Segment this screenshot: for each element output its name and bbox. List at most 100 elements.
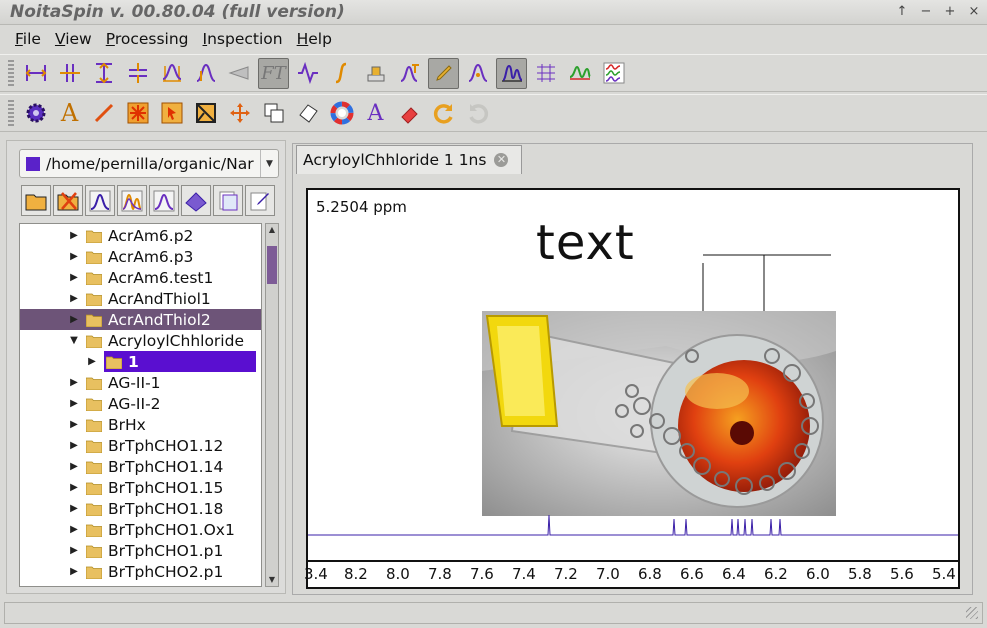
tree-item[interactable]: ▶ AcrAndThiol2 bbox=[20, 309, 261, 330]
tree-item[interactable]: ▶ BrTphCHO1.12 bbox=[20, 435, 261, 456]
collapsed-arrow-icon[interactable]: ▶ bbox=[68, 440, 80, 451]
tree-item[interactable]: ▶ AG-II-2 bbox=[20, 393, 261, 414]
tree-item[interactable]: ▶ AcrAm6.test1 bbox=[20, 267, 261, 288]
cross-box-button[interactable] bbox=[190, 98, 221, 129]
collapsed-arrow-icon[interactable]: ▶ bbox=[68, 314, 80, 325]
collapsed-arrow-icon[interactable]: ▶ bbox=[68, 377, 80, 388]
peak-compare-button[interactable] bbox=[564, 58, 595, 89]
collapsed-arrow-icon[interactable]: ▶ bbox=[68, 419, 80, 430]
collapsed-arrow-icon[interactable]: ▶ bbox=[68, 503, 80, 514]
keep-above-button[interactable]: ↑ bbox=[895, 4, 909, 19]
collapsed-arrow-icon[interactable]: ▶ bbox=[68, 398, 80, 409]
collapsed-arrow-icon[interactable]: ▶ bbox=[68, 272, 80, 283]
tree-item[interactable]: ▶ AcrAm6.p2 bbox=[20, 225, 261, 246]
expanded-arrow-icon[interactable]: ▼ bbox=[68, 335, 80, 346]
collapsed-arrow-icon[interactable]: ▶ bbox=[86, 356, 98, 367]
collapsed-arrow-icon[interactable]: ▶ bbox=[68, 545, 80, 556]
tree-item[interactable]: ▶ AG-II-1 bbox=[20, 372, 261, 393]
close-tab-icon[interactable]: ✕ bbox=[494, 153, 509, 167]
delete-folder-button[interactable] bbox=[53, 185, 83, 216]
tab-spectrum[interactable]: AcryloylChhloride 1 1ns ✕ bbox=[296, 145, 522, 174]
multi-spectrum-button[interactable] bbox=[598, 58, 629, 89]
tree-item-label: AG-II-2 bbox=[108, 394, 161, 413]
peak-text-button[interactable] bbox=[394, 58, 425, 89]
toolbar-grip[interactable] bbox=[8, 60, 14, 86]
rotate-shape-button[interactable] bbox=[292, 98, 323, 129]
zoom-cone-button[interactable] bbox=[224, 58, 255, 89]
tree-scrollbar[interactable]: ▲ ▼ bbox=[265, 223, 279, 587]
menu-help[interactable]: Help bbox=[290, 30, 339, 48]
tree-item[interactable]: ▶ AcrAm6.p3 bbox=[20, 246, 261, 267]
vertical-cursor-button[interactable] bbox=[54, 58, 85, 89]
tree-item-label: 1 bbox=[128, 352, 139, 371]
tree-item[interactable]: ▶ BrTphCHO2.p1 bbox=[20, 561, 261, 582]
vertical-range-button[interactable] bbox=[88, 58, 119, 89]
resize-grip[interactable] bbox=[966, 607, 978, 619]
baseline-button[interactable] bbox=[122, 58, 153, 89]
grid-button[interactable] bbox=[530, 58, 561, 89]
tree-item[interactable]: ▶ BrTphCHO1.14 bbox=[20, 456, 261, 477]
peak-label-button[interactable] bbox=[462, 58, 493, 89]
collapsed-arrow-icon[interactable]: ▶ bbox=[68, 293, 80, 304]
spectrum-single-button[interactable] bbox=[149, 185, 179, 216]
tree-item[interactable]: ▶ BrHx bbox=[20, 414, 261, 435]
folder-pages-button[interactable] bbox=[213, 185, 243, 216]
edit-note-button[interactable] bbox=[245, 185, 275, 216]
peak-range-button[interactable] bbox=[156, 58, 187, 89]
collapsed-arrow-icon[interactable]: ▶ bbox=[68, 461, 80, 472]
close-window-button[interactable]: × bbox=[967, 4, 981, 19]
menu-inspection[interactable]: Inspection bbox=[196, 30, 290, 48]
menu-file[interactable]: File bbox=[8, 30, 48, 48]
scroll-up-icon[interactable]: ▲ bbox=[266, 224, 278, 236]
phase-button[interactable] bbox=[292, 58, 323, 89]
undo-button[interactable] bbox=[428, 98, 459, 129]
path-combobox[interactable]: /home/pernilla/organic/Nar ▼ bbox=[19, 149, 279, 178]
tree-item[interactable]: ▶ BrTphCHO1.p1 bbox=[20, 540, 261, 561]
peak-pick-button[interactable] bbox=[190, 58, 221, 89]
move-button[interactable] bbox=[224, 98, 255, 129]
tree-item[interactable]: ▼ AcryloylChhloride bbox=[20, 330, 261, 351]
menu-processing[interactable]: Processing bbox=[99, 30, 196, 48]
collapsed-arrow-icon[interactable]: ▶ bbox=[68, 230, 80, 241]
toolbar-grip-2[interactable] bbox=[8, 100, 14, 126]
chevron-down-icon[interactable]: ▼ bbox=[260, 150, 278, 177]
scroll-down-icon[interactable]: ▼ bbox=[266, 574, 278, 586]
scroll-thumb[interactable] bbox=[267, 246, 277, 284]
burst-tool-button[interactable] bbox=[122, 98, 153, 129]
axis-tick-label: 8.0 bbox=[386, 565, 410, 583]
file-tree[interactable]: ▶ AcrAm6.p2 ▶ AcrAm6.p3 ▶ AcrAm6.test1 ▶ AcrAnd… bbox=[19, 223, 262, 587]
pencil-button[interactable] bbox=[428, 57, 459, 89]
spectrum-view-button[interactable] bbox=[496, 57, 527, 89]
flask-photo[interactable] bbox=[482, 311, 836, 516]
spectrum-3d-button[interactable] bbox=[181, 185, 211, 216]
redo-button[interactable] bbox=[462, 98, 493, 129]
print-stamp-button[interactable] bbox=[360, 58, 391, 89]
tree-item[interactable]: ▶ BrTphCHO1.15 bbox=[20, 477, 261, 498]
menu-view[interactable]: View bbox=[48, 30, 99, 48]
maximize-button[interactable]: + bbox=[943, 4, 957, 19]
line-tool-button[interactable] bbox=[88, 98, 119, 129]
collapsed-arrow-icon[interactable]: ▶ bbox=[68, 566, 80, 577]
tree-item[interactable]: ▶ 1 bbox=[20, 351, 261, 372]
font-button[interactable]: A bbox=[360, 98, 391, 129]
color-button[interactable] bbox=[326, 98, 357, 129]
spectrum-multi-button[interactable] bbox=[117, 185, 147, 216]
tree-item[interactable]: ▶ BrTphCHO1.Ox1 bbox=[20, 519, 261, 540]
collapsed-arrow-icon[interactable]: ▶ bbox=[68, 482, 80, 493]
collapsed-arrow-icon[interactable]: ▶ bbox=[68, 524, 80, 535]
eraser-button[interactable] bbox=[394, 98, 425, 129]
minimize-button[interactable]: − bbox=[919, 4, 933, 19]
tree-item[interactable]: ▶ BrTphCHO1.18 bbox=[20, 498, 261, 519]
settings-button[interactable] bbox=[20, 98, 51, 129]
copy-shape-button[interactable] bbox=[258, 98, 289, 129]
open-folder-button[interactable] bbox=[21, 185, 51, 216]
horizontal-range-button[interactable] bbox=[20, 58, 51, 89]
text-tool-button[interactable]: A bbox=[54, 98, 85, 129]
spectrum-1d-button[interactable] bbox=[85, 185, 115, 216]
collapsed-arrow-icon[interactable]: ▶ bbox=[68, 251, 80, 262]
annotation-text[interactable]: text bbox=[536, 215, 635, 271]
tree-item[interactable]: ▶ AcrAndThiol1 bbox=[20, 288, 261, 309]
integral-button[interactable] bbox=[326, 58, 357, 89]
cursor-box-button[interactable] bbox=[156, 98, 187, 129]
ft-button[interactable]: FT bbox=[258, 57, 289, 89]
